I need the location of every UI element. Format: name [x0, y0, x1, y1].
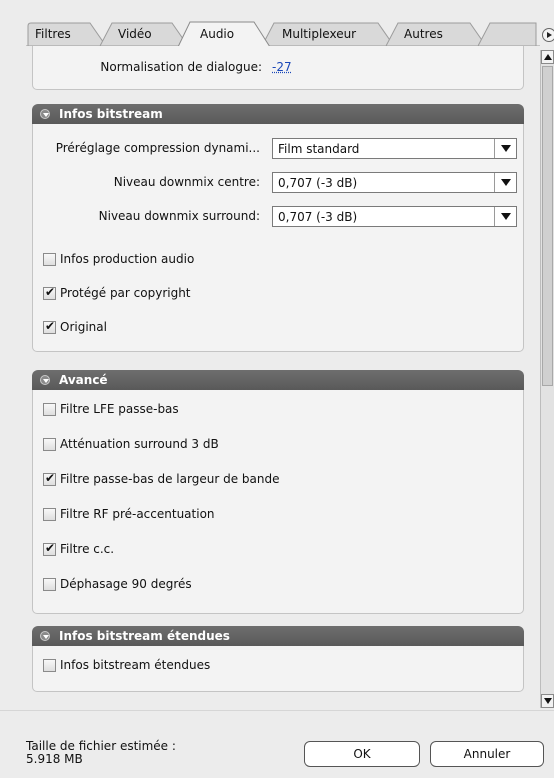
panel-normalisation: Normalisation de dialogue: -27 [32, 46, 524, 90]
section-header-extended-bitstream[interactable]: Infos bitstream étendues [32, 626, 524, 646]
downmix-surround-value: 0,707 (-3 dB) [278, 210, 358, 224]
dialog-normalization-value[interactable]: -27 [272, 60, 292, 74]
checkbox-box[interactable] [43, 541, 56, 556]
dropdown-arrow-icon[interactable] [494, 207, 516, 226]
checkbox-box[interactable] [43, 253, 56, 266]
file-size-value: 5.918 MB [26, 752, 83, 766]
panel-bitstream: Préréglage compression dynami... Film st… [32, 124, 524, 352]
tab-autres[interactable]: Autres [404, 27, 443, 41]
downmix-surround-dropdown[interactable]: 0,707 (-3 dB) [272, 206, 517, 227]
checkbox-label: Filtre passe-bas de largeur de bande [60, 472, 280, 486]
compression-preset-dropdown[interactable]: Film standard [272, 138, 517, 159]
collapse-chevron-icon[interactable] [40, 631, 50, 641]
checkbox-label: Déphasage 90 degrés [60, 577, 192, 591]
checkbox-box[interactable] [43, 471, 56, 486]
section-title: Infos bitstream [59, 107, 163, 121]
checkbox-box[interactable] [43, 285, 56, 300]
compression-preset-label: Préréglage compression dynami... [55, 141, 260, 155]
dropdown-arrow-icon[interactable] [494, 173, 516, 192]
tab-multiplexeur[interactable]: Multiplexeur [282, 27, 356, 41]
settings-scroll-area: Normalisation de dialogue: -27 Infos bit… [26, 46, 540, 704]
tab-filtres[interactable]: Filtres [35, 27, 71, 41]
checkbox-box[interactable] [43, 508, 56, 521]
checkbox-label: Filtre RF pré-accentuation [60, 507, 215, 521]
section-title: Avancé [59, 373, 108, 387]
scrollbar-thumb[interactable] [542, 66, 553, 386]
checkbox-label: Filtre LFE passe-bas [60, 402, 179, 416]
scroll-up-arrow-icon[interactable] [541, 50, 554, 64]
checkbox-box[interactable] [43, 659, 56, 672]
checkbox-label: Protégé par copyright [60, 286, 191, 300]
panel-extended-bitstream: Infos bitstream étendues [32, 646, 524, 692]
tab-audio[interactable]: Audio [200, 27, 234, 41]
tab-scroll-right-icon[interactable] [542, 28, 554, 42]
checkbox-label: Atténuation surround 3 dB [60, 437, 219, 451]
dialog-normalization-label: Normalisation de dialogue: [100, 60, 262, 74]
compression-preset-value: Film standard [278, 142, 360, 156]
checkbox-label: Infos production audio [60, 252, 195, 266]
checkbox-box[interactable] [43, 403, 56, 416]
checkbox-label: Filtre c.c. [60, 542, 115, 556]
scroll-down-arrow-icon[interactable] [541, 694, 554, 708]
collapse-chevron-icon[interactable] [40, 109, 50, 119]
downmix-center-label: Niveau downmix centre: [113, 175, 260, 189]
checkbox-box[interactable] [43, 438, 56, 451]
ok-button[interactable]: OK [304, 741, 420, 767]
cancel-button[interactable]: Annuler [430, 741, 544, 767]
section-title: Infos bitstream étendues [59, 629, 230, 643]
estimated-file-size: Taille de fichier estimée : 5.918 MB [26, 740, 176, 766]
downmix-surround-label: Niveau downmix surround: [98, 209, 260, 223]
downmix-center-dropdown[interactable]: 0,707 (-3 dB) [272, 172, 517, 193]
panel-advanced: Filtre LFE passe-bas Atténuation surroun… [32, 390, 524, 614]
section-header-bitstream[interactable]: Infos bitstream [32, 104, 524, 124]
section-header-advanced[interactable]: Avancé [32, 370, 524, 390]
checkbox-label: Infos bitstream étendues [60, 658, 211, 672]
vertical-scrollbar[interactable] [540, 50, 554, 708]
downmix-center-value: 0,707 (-3 dB) [278, 176, 358, 190]
collapse-chevron-icon[interactable] [40, 375, 50, 385]
tab-video[interactable]: Vidéo [118, 27, 152, 41]
checkbox-box[interactable] [43, 578, 56, 591]
tab-bar-shapes [26, 21, 540, 46]
footer-divider [0, 710, 554, 711]
checkbox-box[interactable] [43, 319, 56, 334]
checkbox-label: Original [60, 320, 107, 334]
dropdown-arrow-icon[interactable] [494, 139, 516, 158]
tab-bar: Filtres Vidéo Audio Multiplexeur Autres [0, 0, 554, 46]
